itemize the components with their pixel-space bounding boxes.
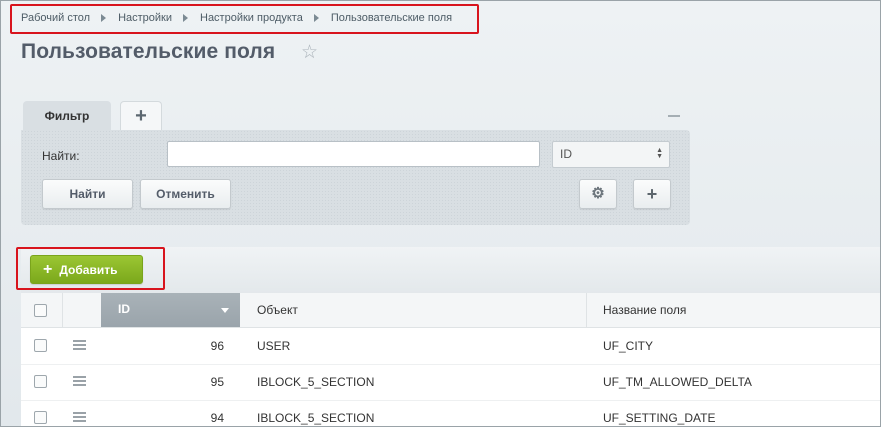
breadcrumb-arrow-icon	[101, 14, 107, 22]
row-checkbox[interactable]	[34, 411, 47, 424]
add-filter-tab[interactable]: +	[120, 101, 162, 130]
table-row[interactable]: 95 IBLOCK_5_SECTION UF_TM_ALLOWED_DELTA	[21, 364, 880, 401]
find-button[interactable]: Найти	[42, 179, 133, 209]
drag-handle-icon[interactable]	[73, 340, 86, 350]
cell-field-name: UF_TM_ALLOWED_DELTA	[603, 375, 752, 389]
breadcrumb-item-user-fields[interactable]: Пользовательские поля	[331, 12, 452, 24]
cell-object: IBLOCK_5_SECTION	[257, 411, 375, 425]
table-header: ID Объект Название поля	[21, 293, 880, 328]
breadcrumb-item-product-settings[interactable]: Настройки продукта	[200, 12, 303, 24]
drag-handle-icon[interactable]	[73, 376, 86, 386]
search-field-select[interactable]: ID ▲ ▼	[552, 141, 670, 168]
star-icon[interactable]: ☆	[301, 41, 318, 64]
column-header-id[interactable]: ID	[101, 293, 240, 327]
breadcrumb: Рабочий стол Настройки Настройки продукт…	[21, 12, 452, 24]
plus-icon: +	[43, 261, 53, 278]
column-header-object-label: Объект	[257, 303, 298, 317]
column-header-object[interactable]: Объект	[240, 293, 587, 327]
column-header-field-name-label: Название поля	[603, 303, 687, 317]
cell-id: 96	[210, 339, 224, 353]
cancel-button[interactable]: Отменить	[140, 179, 231, 209]
cell-id: 94	[210, 411, 224, 425]
breadcrumb-item-settings[interactable]: Настройки	[118, 12, 172, 24]
select-arrows-icon: ▲ ▼	[656, 147, 663, 160]
breadcrumb-item-desktop[interactable]: Рабочий стол	[21, 12, 90, 24]
row-checkbox[interactable]	[34, 339, 47, 352]
table-row[interactable]: 94 IBLOCK_5_SECTION UF_SETTING_DATE	[21, 400, 880, 426]
select-all-checkbox[interactable]	[34, 304, 47, 317]
add-button-label: Добавить	[59, 263, 118, 277]
drag-handle-icon[interactable]	[73, 412, 86, 422]
column-header-field-name[interactable]: Название поля	[586, 293, 880, 327]
collapse-icon[interactable]	[668, 115, 680, 117]
gear-icon[interactable]: ⚙	[579, 179, 617, 209]
header-checkbox-cell	[21, 293, 63, 327]
search-field-select-value: ID	[560, 147, 572, 161]
breadcrumb-arrow-icon	[313, 14, 319, 22]
user-fields-table: ID Объект Название поля 96 USER UF_CITY …	[21, 293, 880, 426]
page-title: Пользовательские поля	[21, 40, 276, 63]
cell-id: 95	[210, 375, 224, 389]
tab-filter[interactable]: Фильтр	[23, 101, 111, 131]
add-button[interactable]: + Добавить	[30, 255, 143, 284]
sort-desc-icon	[221, 308, 229, 313]
find-input[interactable]	[167, 141, 540, 167]
add-filter-field-button[interactable]: +	[633, 179, 671, 209]
table-row[interactable]: 96 USER UF_CITY	[21, 328, 880, 365]
cell-field-name: UF_SETTING_DATE	[603, 411, 716, 425]
row-checkbox[interactable]	[34, 375, 47, 388]
cell-object: USER	[257, 339, 291, 353]
cell-object: IBLOCK_5_SECTION	[257, 375, 375, 389]
window: Рабочий стол Настройки Настройки продукт…	[0, 0, 881, 427]
header-drag-cell	[62, 293, 102, 327]
cell-field-name: UF_CITY	[603, 339, 654, 353]
find-label: Найти:	[42, 149, 80, 163]
column-header-id-label: ID	[118, 302, 130, 316]
breadcrumb-arrow-icon	[183, 14, 188, 22]
